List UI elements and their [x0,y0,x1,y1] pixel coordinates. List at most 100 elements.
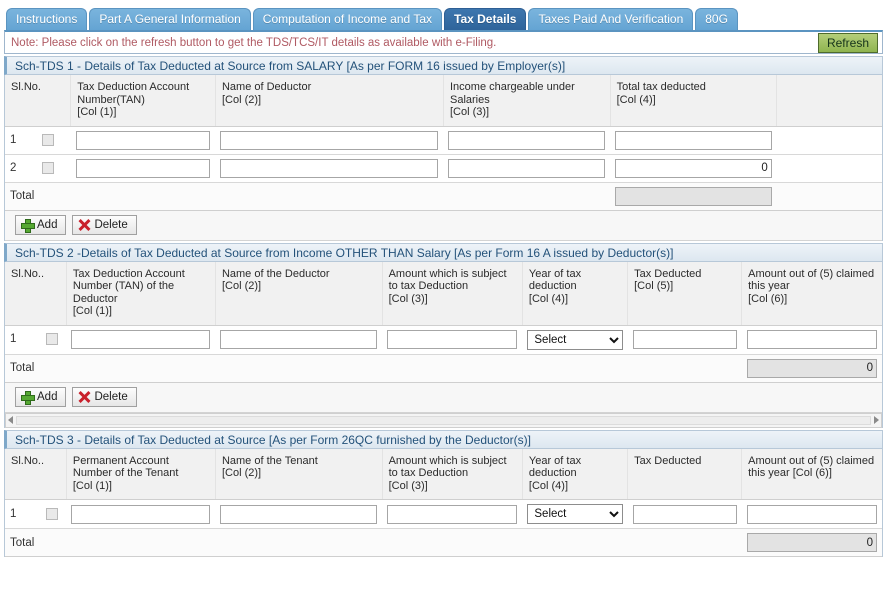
column-header: Permanent Account Number of the Tenant [C… [66,448,216,500]
row-number: 1 [10,134,17,147]
add-row-button[interactable]: Add [15,386,67,407]
table-sch-tds-1: Sl.No. Tax Deduction Account Number(TAN)[… [5,75,882,211]
total-empty-cell [522,354,628,383]
total-value-cell [741,354,882,383]
table-header-row: Sl.No.. Permanent Account Number of the T… [5,448,882,500]
table-row: 1 Select [5,325,882,355]
column-header: Name of Deductor [Col (2)] [215,75,444,127]
tab-taxes-paid-and-verification[interactable]: Taxes Paid And Verification [528,8,694,30]
row-checkbox[interactable] [46,507,59,520]
total-empty-cell [215,528,383,557]
cell-tax [627,499,742,529]
table-header-row: Sl.No.. Tax Deduction Account Number (TAN… [5,261,882,326]
row-actions-bar: Add Delete [5,382,882,413]
note-text: Note: Please click on the refresh button… [11,36,497,49]
total-empty-cell [443,182,611,211]
cell-tax [627,325,742,355]
cell-tan [66,325,216,355]
cell-amount [382,499,523,529]
tab-instructions[interactable]: Instructions [6,8,88,30]
row-number: 1 [10,508,17,521]
tax-details-sections: Sch-TDS 1 - Details of Tax Deducted at S… [0,56,887,557]
row-actions-bar: Add Delete [5,210,882,241]
column-header: Sl.No.. [5,448,67,500]
cell-year: Select [522,325,628,355]
tab-bar: Instructions Part A General Information Co… [0,0,887,30]
close-icon [78,391,90,403]
cell-year: Select [522,499,628,529]
total-empty-cell [66,528,216,557]
tab-part-a-general-information[interactable]: Part A General Information [89,8,251,30]
column-header: Tax Deduction Account Number (TAN) of th… [66,261,216,326]
table-row: 2 [5,154,882,183]
tab-tax-details[interactable]: Tax Details [444,8,527,30]
delete-label: Delete [94,218,128,231]
total-empty-cell [215,354,383,383]
column-header: Amount which is subject to tax Deduction… [382,261,523,326]
column-header: Tax Deduction Account Number(TAN) [Col (1… [70,75,216,127]
table-header-row: Sl.No. Tax Deduction Account Number(TAN)[… [5,75,882,127]
scrollbar-thumb[interactable] [16,415,871,425]
tab-80g[interactable]: 80G [695,8,738,30]
row-number-cell: 1 [5,325,67,355]
total-empty-cell [382,354,523,383]
column-header: Amount which is subject to tax Deduction… [382,448,523,500]
cell-name [215,325,383,355]
cell-tan [70,126,216,155]
horizontal-scrollbar[interactable] [5,412,882,428]
total-empty-cell [627,528,742,557]
refresh-button[interactable]: Refresh [817,32,878,53]
cell-name [215,126,444,155]
column-header: Amount out of (5) claimed this year [Col… [741,448,882,500]
total-label: Total [5,182,71,211]
column-header: Income chargeable under Salaries [Col (3)… [443,75,611,127]
section-sch-tds-2: Sch-TDS 2 -Details of Tax Deducted at So… [4,242,883,428]
delete-row-button[interactable]: Delete [72,386,137,407]
section-sch-tds-1: Sch-TDS 1 - Details of Tax Deducted at S… [4,56,883,241]
total-empty-cell [382,528,523,557]
row-checkbox[interactable] [46,333,59,346]
total-label: Total [5,528,67,557]
row-checkbox[interactable] [42,161,55,174]
total-value-cell [610,182,777,211]
add-label: Add [37,390,58,403]
tab-computation-of-income-and-tax[interactable]: Computation of Income and Tax [252,8,442,30]
cell-pan [66,499,216,529]
row-number: 1 [10,333,17,346]
column-header: Amount out of (5) claimed this year [Col … [741,261,882,326]
cell-tax [610,154,777,183]
close-icon [78,219,90,231]
scroll-right-arrow-icon[interactable] [874,416,879,424]
delete-row-button[interactable]: Delete [72,214,137,235]
scroll-left-arrow-icon[interactable] [8,416,13,424]
row-number: 2 [10,162,17,175]
section-title: Sch-TDS 2 -Details of Tax Deducted at So… [4,242,883,262]
add-row-button[interactable]: Add [15,214,67,235]
section-sch-tds-3: Sch-TDS 3 - Details of Tax Deducted at S… [4,429,883,557]
year-of-deduction-select[interactable]: Select [527,329,623,350]
total-empty-cell [522,528,628,557]
total-empty-cell [66,354,216,383]
row-number-cell: 2 [5,154,71,183]
total-row: Total [5,528,882,557]
cell-tax [610,126,777,155]
table-sch-tds-3: Sl.No.. Permanent Account Number of the T… [5,448,882,557]
spacer-cell [776,182,882,211]
cell-claimed [741,325,882,355]
plus-icon [21,218,35,233]
year-of-deduction-select[interactable]: Select [527,504,623,524]
total-value-cell [741,528,882,557]
table-row: 1 Select [5,499,882,529]
column-header: Total tax deducted [Col (4)] [610,75,778,127]
column-header: Name of the Deductor [Col (2)] [215,261,383,326]
column-header: Tax Deducted [Col (5)] [627,261,743,326]
column-header [776,75,882,127]
column-header: Year of tax deduction [Col (4)] [522,261,629,326]
total-empty-cell [215,182,444,211]
row-number-cell: 1 [5,126,71,155]
cell-income [443,154,611,183]
cell-name [215,154,444,183]
row-checkbox[interactable] [42,133,55,146]
total-label: Total [5,354,67,383]
cell-amount [382,325,523,355]
